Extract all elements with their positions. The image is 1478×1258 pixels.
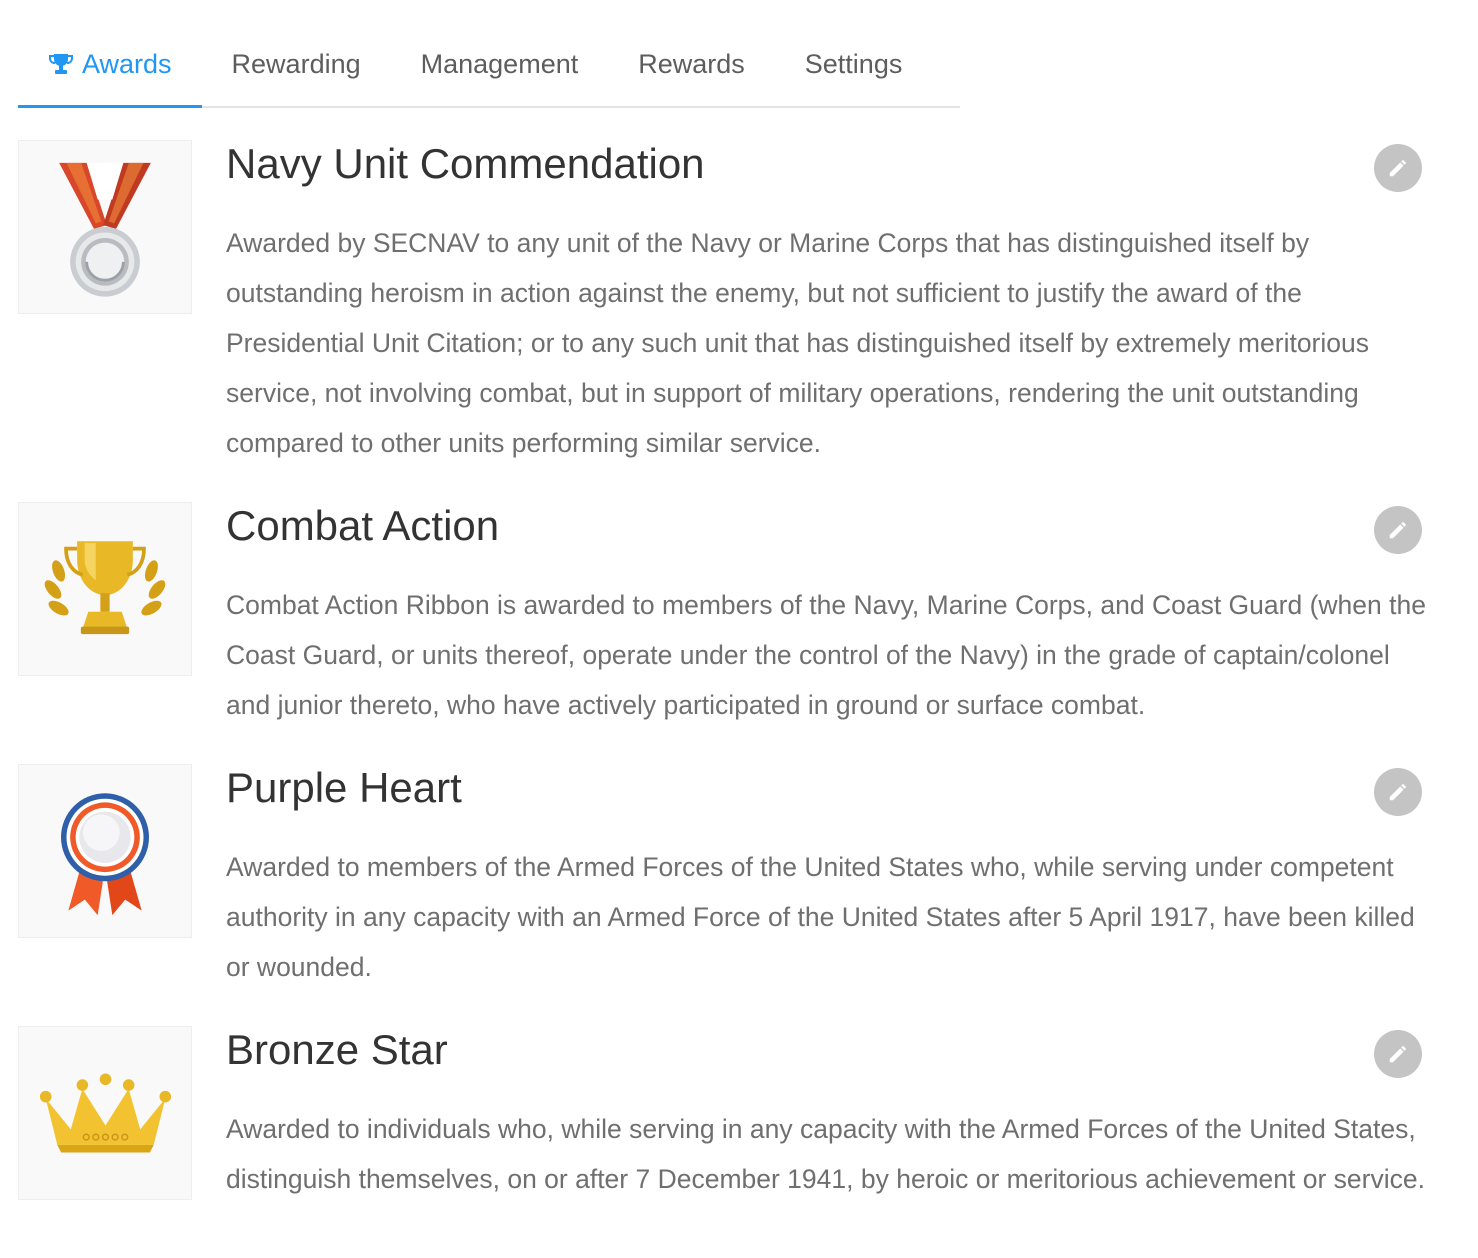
award-title: Bronze Star — [226, 1026, 448, 1073]
tab-management[interactable]: Management — [391, 22, 609, 106]
award-image — [18, 502, 192, 676]
tab-awards[interactable]: Awards — [18, 22, 202, 108]
tab-settings-label: Settings — [804, 48, 903, 79]
trophy-icon — [48, 51, 74, 77]
tab-rewards[interactable]: Rewards — [608, 22, 775, 106]
tab-management-label: Management — [420, 48, 579, 79]
gold-crown-icon — [39, 1073, 171, 1153]
pencil-icon — [1389, 1045, 1407, 1063]
edit-button[interactable] — [1374, 768, 1422, 816]
award-description: Awarded to individuals who, while servin… — [226, 1114, 1425, 1194]
gold-trophy-icon — [44, 540, 166, 634]
tab-settings[interactable]: Settings — [775, 22, 933, 106]
edit-button[interactable] — [1374, 1030, 1422, 1078]
tab-awards-label: Awards — [82, 48, 172, 79]
award-image — [18, 764, 192, 938]
tab-rewarding[interactable]: Rewarding — [202, 22, 391, 106]
award-image — [18, 140, 192, 314]
pencil-icon — [1389, 521, 1407, 539]
award-description: Awarded to members of the Armed Forces o… — [226, 852, 1415, 982]
award-description: Combat Action Ribbon is awarded to membe… — [226, 590, 1426, 720]
edit-button[interactable] — [1374, 144, 1422, 192]
award-image — [18, 1026, 192, 1200]
tab-rewards-label: Rewards — [638, 48, 745, 79]
awards-page: Awards Rewarding Management Rewards Sett… — [0, 0, 1478, 1258]
pencil-icon — [1389, 783, 1407, 801]
tab-bar: Awards Rewarding Management Rewards Sett… — [18, 22, 960, 108]
award-title: Combat Action — [226, 502, 500, 549]
silver-medal-icon — [59, 162, 151, 297]
pencil-icon — [1389, 159, 1407, 177]
edit-button[interactable] — [1374, 506, 1422, 554]
tab-rewarding-label: Rewarding — [231, 48, 361, 79]
award-description: Awarded by SECNAV to any unit of the Nav… — [226, 228, 1369, 458]
rosette-ribbon-icon — [61, 793, 149, 916]
award-title: Navy Unit Commendation — [226, 140, 705, 187]
award-title: Purple Heart — [226, 764, 462, 811]
